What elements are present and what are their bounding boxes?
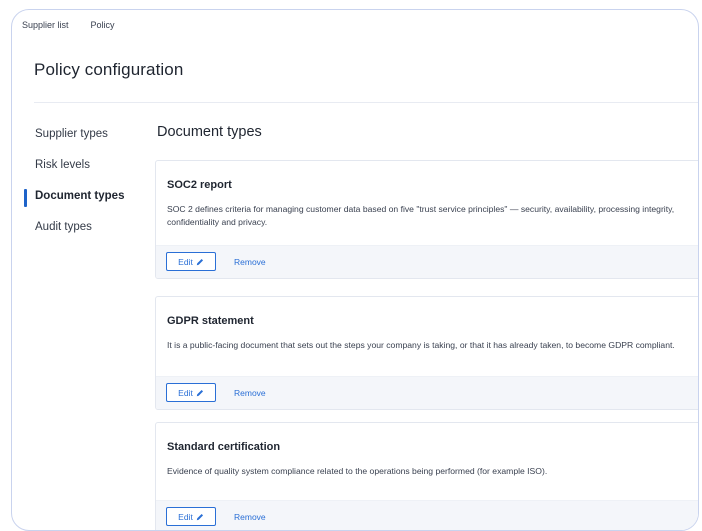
document-type-card-soc2: SOC2 report SOC 2 defines criteria for m…	[155, 160, 698, 279]
edit-button-label: Edit	[178, 256, 193, 267]
edit-button-label: Edit	[178, 387, 193, 398]
nav-supplier-list[interactable]: Supplier list	[22, 20, 69, 30]
remove-link[interactable]: Remove	[234, 512, 266, 522]
sidebar-item-label: Supplier types	[35, 128, 108, 140]
card-actions: Edit Remove	[156, 245, 698, 278]
nav-policy[interactable]: Policy	[91, 20, 115, 30]
document-type-card-standard-certification: Standard certification Evidence of quali…	[155, 422, 698, 530]
pencil-icon	[196, 389, 203, 396]
sidebar-item-supplier-types[interactable]: Supplier types	[24, 128, 144, 159]
edit-button[interactable]: Edit	[166, 252, 216, 271]
main-content: Document types SOC2 report SOC 2 defines…	[155, 124, 698, 530]
section-title: Document types	[157, 124, 262, 140]
sidebar-item-label: Risk levels	[35, 159, 90, 171]
remove-link[interactable]: Remove	[234, 257, 266, 267]
card-description: It is a public-facing document that sets…	[167, 340, 675, 350]
sidebar-item-label: Document types	[35, 190, 125, 202]
app-window: Supplier list Policy Policy configuratio…	[11, 9, 699, 531]
card-title: GDPR statement	[167, 315, 254, 327]
page-title: Policy configuration	[34, 60, 184, 79]
sidebar-item-document-types[interactable]: Document types	[24, 189, 144, 221]
card-actions: Edit Remove	[156, 376, 698, 409]
card-actions: Edit Remove	[156, 500, 698, 530]
pencil-icon	[196, 513, 203, 520]
edit-button[interactable]: Edit	[166, 507, 216, 526]
card-description: SOC 2 defines criteria for managing cust…	[167, 204, 675, 227]
edit-button[interactable]: Edit	[166, 383, 216, 402]
sidebar-item-label: Audit types	[35, 221, 92, 233]
top-navigation: Supplier list Policy	[22, 20, 115, 30]
remove-link[interactable]: Remove	[234, 388, 266, 398]
sidebar-item-audit-types[interactable]: Audit types	[24, 221, 144, 252]
header-divider	[34, 102, 698, 103]
document-type-card-gdpr: GDPR statement It is a public-facing doc…	[155, 296, 698, 410]
edit-button-label: Edit	[178, 511, 193, 522]
policy-sidebar: Supplier types Risk levels Document type…	[24, 128, 144, 252]
card-description: Evidence of quality system compliance re…	[167, 466, 548, 476]
card-title: SOC2 report	[167, 179, 232, 191]
pencil-icon	[196, 258, 203, 265]
card-title: Standard certification	[167, 441, 281, 453]
sidebar-item-risk-levels[interactable]: Risk levels	[24, 159, 144, 190]
